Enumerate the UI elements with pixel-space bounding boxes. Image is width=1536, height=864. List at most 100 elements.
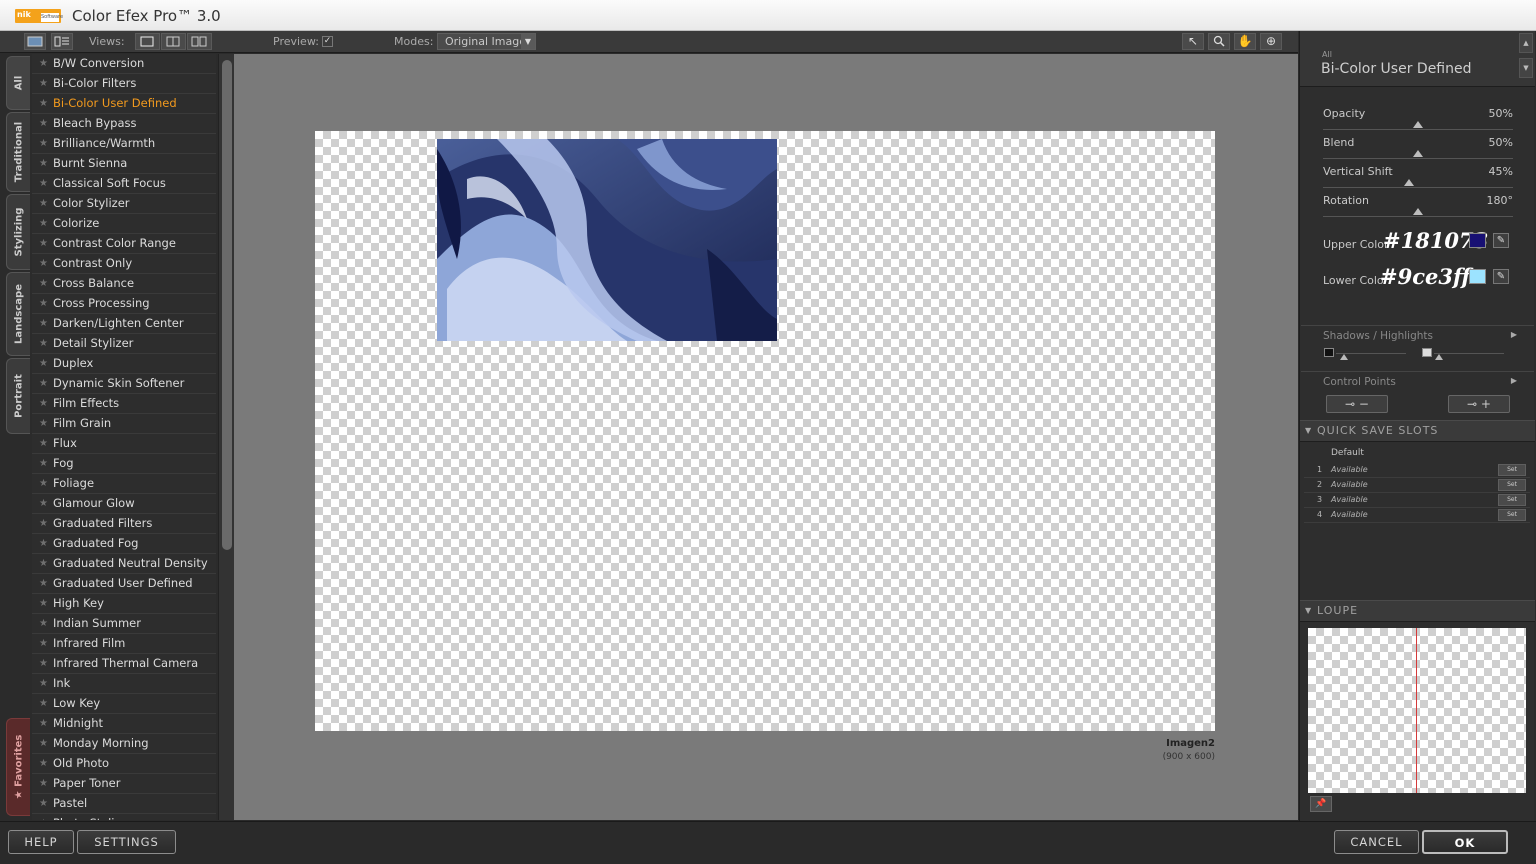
star-icon[interactable]: ★ [39,514,48,533]
set-button[interactable]: Set [1498,509,1526,521]
set-button[interactable]: Set [1498,464,1526,476]
set-button[interactable]: Set [1498,494,1526,506]
filter-item[interactable]: ★ Photo Stylizer [32,814,216,820]
expand-arrow-icon[interactable]: ▶ [1511,330,1517,339]
filter-item[interactable]: ★ Old Photo [32,754,216,774]
filter-item[interactable]: ★ Fog [32,454,216,474]
filter-item[interactable]: ★ Graduated Filters [32,514,216,534]
filter-item[interactable]: ★ Contrast Only [32,254,216,274]
filter-item[interactable]: ★ Contrast Color Range [32,234,216,254]
star-icon[interactable]: ★ [39,374,48,393]
filter-item[interactable]: ★ Cross Balance [32,274,216,294]
filter-item[interactable]: ★ Dynamic Skin Softener [32,374,216,394]
filter-item[interactable]: ★ Indian Summer [32,614,216,634]
loupe-header[interactable]: ▼ LOUPE [1300,600,1535,622]
document-image[interactable] [315,131,1215,731]
shadows-highlights-header[interactable]: Shadows / Highlights ▶ [1323,330,1517,342]
star-icon[interactable]: ★ [39,434,48,453]
filter-item[interactable]: ★ Graduated Fog [32,534,216,554]
ok-button[interactable]: OK [1422,830,1508,854]
filter-item[interactable]: ★ Pastel [32,794,216,814]
single-view-icon[interactable] [24,33,46,50]
filter-item[interactable]: ★ Bleach Bypass [32,114,216,134]
scroll-up-icon[interactable]: ▲ [1519,33,1533,53]
star-icon[interactable]: ★ [39,534,48,553]
filter-list-scrollbar[interactable] [218,54,234,820]
star-icon[interactable]: ★ [39,734,48,753]
cancel-button[interactable]: CANCEL [1334,830,1419,854]
scroll-thumb[interactable] [222,60,232,550]
star-icon[interactable]: ★ [39,714,48,733]
star-icon[interactable]: ★ [39,134,48,153]
star-icon[interactable]: ★ [39,494,48,513]
filter-item[interactable]: ★ Classical Soft Focus [32,174,216,194]
star-icon[interactable]: ★ [39,554,48,573]
filter-item[interactable]: ★ Cross Processing [32,294,216,314]
modes-select[interactable]: Original Image ▼ [437,33,536,50]
zoom-icon[interactable] [1208,33,1230,50]
tab-portrait[interactable]: Portrait [6,358,30,434]
star-icon[interactable]: ★ [39,694,48,713]
filter-item[interactable]: ★ Darken/Lighten Center [32,314,216,334]
star-icon[interactable]: ★ [39,394,48,413]
control-points-header[interactable]: Control Points ▶ [1323,376,1517,388]
star-icon[interactable]: ★ [39,314,48,333]
view-side-by-side-button[interactable] [187,33,212,50]
star-icon[interactable]: ★ [39,214,48,233]
star-icon[interactable]: ★ [39,754,48,773]
filter-item[interactable]: ★ Colorize [32,214,216,234]
star-icon[interactable]: ★ [39,94,48,113]
star-icon[interactable]: ★ [39,114,48,133]
filter-item[interactable]: ★ Foliage [32,474,216,494]
set-button[interactable]: Set [1498,479,1526,491]
slider-knob[interactable] [1413,150,1423,157]
tab-favorites[interactable]: ★ Favorites [6,718,30,816]
star-icon[interactable]: ★ [39,354,48,373]
filter-item[interactable]: ★ Glamour Glow [32,494,216,514]
filter-item[interactable]: ★ High Key [32,594,216,614]
help-button[interactable]: HELP [8,830,74,854]
star-icon[interactable]: ★ [39,174,48,193]
star-icon[interactable]: ★ [39,814,48,820]
star-icon[interactable]: ★ [39,234,48,253]
shadows-slider[interactable] [1324,348,1408,362]
filter-item[interactable]: ★ Monday Morning [32,734,216,754]
filter-item[interactable]: ★ Ink [32,674,216,694]
filter-item[interactable]: ★ Film Grain [32,414,216,434]
slider-knob[interactable] [1413,208,1423,215]
filter-item[interactable]: ★ Infrared Thermal Camera [32,654,216,674]
star-icon[interactable]: ★ [39,654,48,673]
star-icon[interactable]: ★ [39,794,48,813]
settings-button[interactable]: SETTINGS [77,830,176,854]
view-split-button[interactable] [161,33,186,50]
star-icon[interactable]: ★ [39,474,48,493]
filter-item[interactable]: ★ Midnight [32,714,216,734]
view-single-button[interactable] [135,33,160,50]
filter-item[interactable]: ★ Detail Stylizer [32,334,216,354]
highlights-slider[interactable] [1422,348,1506,362]
quick-save-slots-header[interactable]: ▼ QUICK SAVE SLOTS [1300,420,1535,442]
lower-color-swatch[interactable] [1469,269,1486,284]
preview-checkbox[interactable]: ✓ [322,36,333,47]
filter-item[interactable]: ★ Burnt Sienna [32,154,216,174]
star-icon[interactable]: ★ [39,774,48,793]
star-icon[interactable]: ★ [39,74,48,93]
expand-arrow-icon[interactable]: ▶ [1511,376,1517,385]
scroll-down-icon[interactable]: ▼ [1519,58,1533,78]
star-icon[interactable]: ★ [39,274,48,293]
filter-item[interactable]: ★ Paper Toner [32,774,216,794]
filter-item[interactable]: ★ Brilliance/Warmth [32,134,216,154]
tab-stylizing[interactable]: Stylizing [6,194,30,270]
star-icon[interactable]: ★ [39,54,48,73]
star-icon[interactable]: ★ [39,634,48,653]
star-icon[interactable]: ★ [39,414,48,433]
preview-canvas[interactable]: Imagen2 (900 x 600) [234,54,1298,820]
filter-item[interactable]: ★ Color Stylizer [32,194,216,214]
tab-traditional[interactable]: Traditional [6,112,30,192]
filter-item[interactable]: ★ Graduated Neutral Density [32,554,216,574]
tab-landscape[interactable]: Landscape [6,272,30,356]
filter-item[interactable]: ★ Infrared Film [32,634,216,654]
filter-item[interactable]: ★ Flux [32,434,216,454]
star-icon[interactable]: ★ [39,674,48,693]
filter-item[interactable]: ★ B/W Conversion [32,54,216,74]
